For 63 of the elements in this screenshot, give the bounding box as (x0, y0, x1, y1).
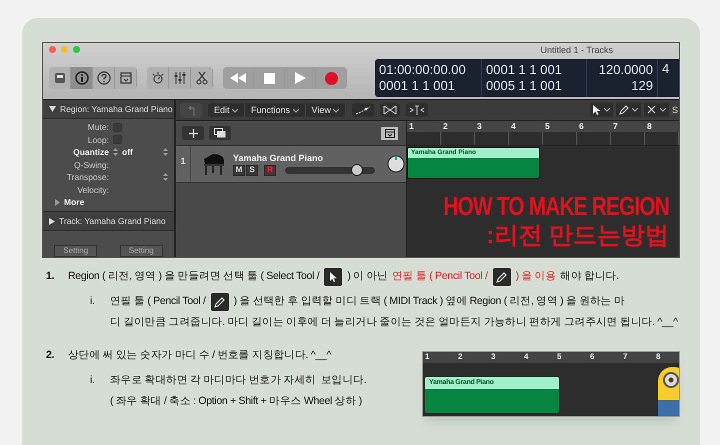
step-number: 1. (46, 269, 56, 284)
menu-button[interactable]: Functions (245, 103, 306, 117)
bar-number: 5 (556, 352, 562, 363)
track-toggle-button[interactable]: S (246, 164, 258, 176)
overlay-title: HOW TO MAKE REGION (443, 192, 669, 220)
menu-button[interactable]: View (306, 103, 346, 117)
lcd-reading: 0005 1 1 001 (486, 78, 563, 94)
parameter-label: Transpose: (66, 172, 110, 182)
bar-number: 6 (578, 121, 585, 132)
lcd-reading: 120.0000 (598, 62, 653, 78)
highlighted-text: ) 을 이용 (516, 269, 556, 284)
track-number: 1 (176, 146, 191, 182)
parameter-label: Loop: (86, 134, 110, 145)
parameter-label: Mute: (86, 122, 110, 132)
lcd-reading: 129 (631, 78, 653, 94)
parameter-label: Velocity: (76, 184, 110, 195)
bar-number: 3 (476, 121, 483, 132)
bar-number: 3 (490, 352, 496, 363)
quantize-value[interactable]: off (122, 147, 133, 158)
lcd-reading: 0001 1 1 001 (486, 62, 563, 78)
parameter-label: Q-Swing: (73, 160, 110, 170)
bar-number: 8 (646, 121, 653, 132)
step-text: 디 길이만큼 그려줍니다. 마디 길이는 이후에 더 늘리거나 줄이는 것은 얼마든지 가능하니 편하게 그려주시면 됩니다. ^__^ (110, 315, 678, 330)
track-name: Yamaha Grand Piano (233, 152, 324, 162)
step-text: 연필 툴 ( Pencil Tool / (110, 294, 206, 309)
menu-button[interactable]: Edit (208, 103, 246, 117)
more-toggle[interactable]: More (64, 197, 84, 207)
step-text: 좌우로 확대하면 각 마디마다 번호가 자세히 보입니다. (110, 373, 366, 388)
bar-ruler[interactable]: 1 2 3 4 5 6 7 8 (407, 121, 679, 146)
substep-number: i. (90, 294, 96, 309)
window-title: Untitled 1 - Tracks (540, 44, 613, 54)
overlay-subtitle: :리전 만드는방법 (486, 221, 669, 251)
bar-number: 2 (442, 121, 449, 132)
step-text: ( 좌우 확대 / 축소 : Option + Shift + 마우스 Wheel 상하 ) (110, 394, 362, 409)
lcd-reading: 01:00:00:00.00 (379, 62, 467, 78)
lcd-reading: 0001 1 1 001 (379, 78, 456, 94)
bar-number: 6 (589, 352, 596, 363)
step-text: Region ( 리전, 영역 ) 을 만들려면 선택 툴 ( Select Tool / (68, 269, 320, 284)
step-number: 2. (46, 348, 56, 363)
substep-number: i. (90, 373, 96, 388)
track-header-row[interactable]: 1 Yamaha Grand Piano M S R (176, 146, 406, 183)
track-toggle-button[interactable]: M (233, 164, 245, 176)
bar-number: 2 (457, 352, 464, 363)
bar-number: 4 (523, 352, 530, 363)
bar-number: 5 (544, 121, 551, 132)
bar-number: 7 (622, 352, 628, 363)
bar-number: 8 (655, 352, 662, 363)
bar-number: 7 (612, 121, 619, 132)
highlighted-text: 연필 툴 ( Pencil Tool / (392, 269, 488, 284)
lcd-reading: 4 (662, 61, 670, 77)
step-text: 해야 합니다. (560, 269, 619, 284)
bar-number: 1 (408, 121, 415, 132)
parameter-label: Quantize (72, 147, 110, 158)
region-title: Region: Yamaha Grand Piano (60, 104, 173, 114)
step-text: 상단에 써 있는 숫자가 마디 수 / 번호를 지칭합니다. ^__^ (68, 348, 332, 363)
bar-number: 4 (510, 121, 517, 132)
track-header[interactable]: Track: Yamaha Grand Piano (43, 211, 174, 231)
region-header[interactable]: Region: Yamaha Grand Piano (43, 100, 174, 119)
step-text: ) 이 아닌 (347, 269, 388, 284)
snap-label: S (672, 105, 679, 115)
track-title: Track: Yamaha Grand Piano (59, 216, 166, 226)
bar-number: 1 (424, 352, 430, 363)
step-text: ) 을 선택한 후 입력할 미디 트랙 ( MIDI Track ) 옆에 Region ( 리전, 영역 ) 을 원하는 마 (234, 294, 625, 309)
